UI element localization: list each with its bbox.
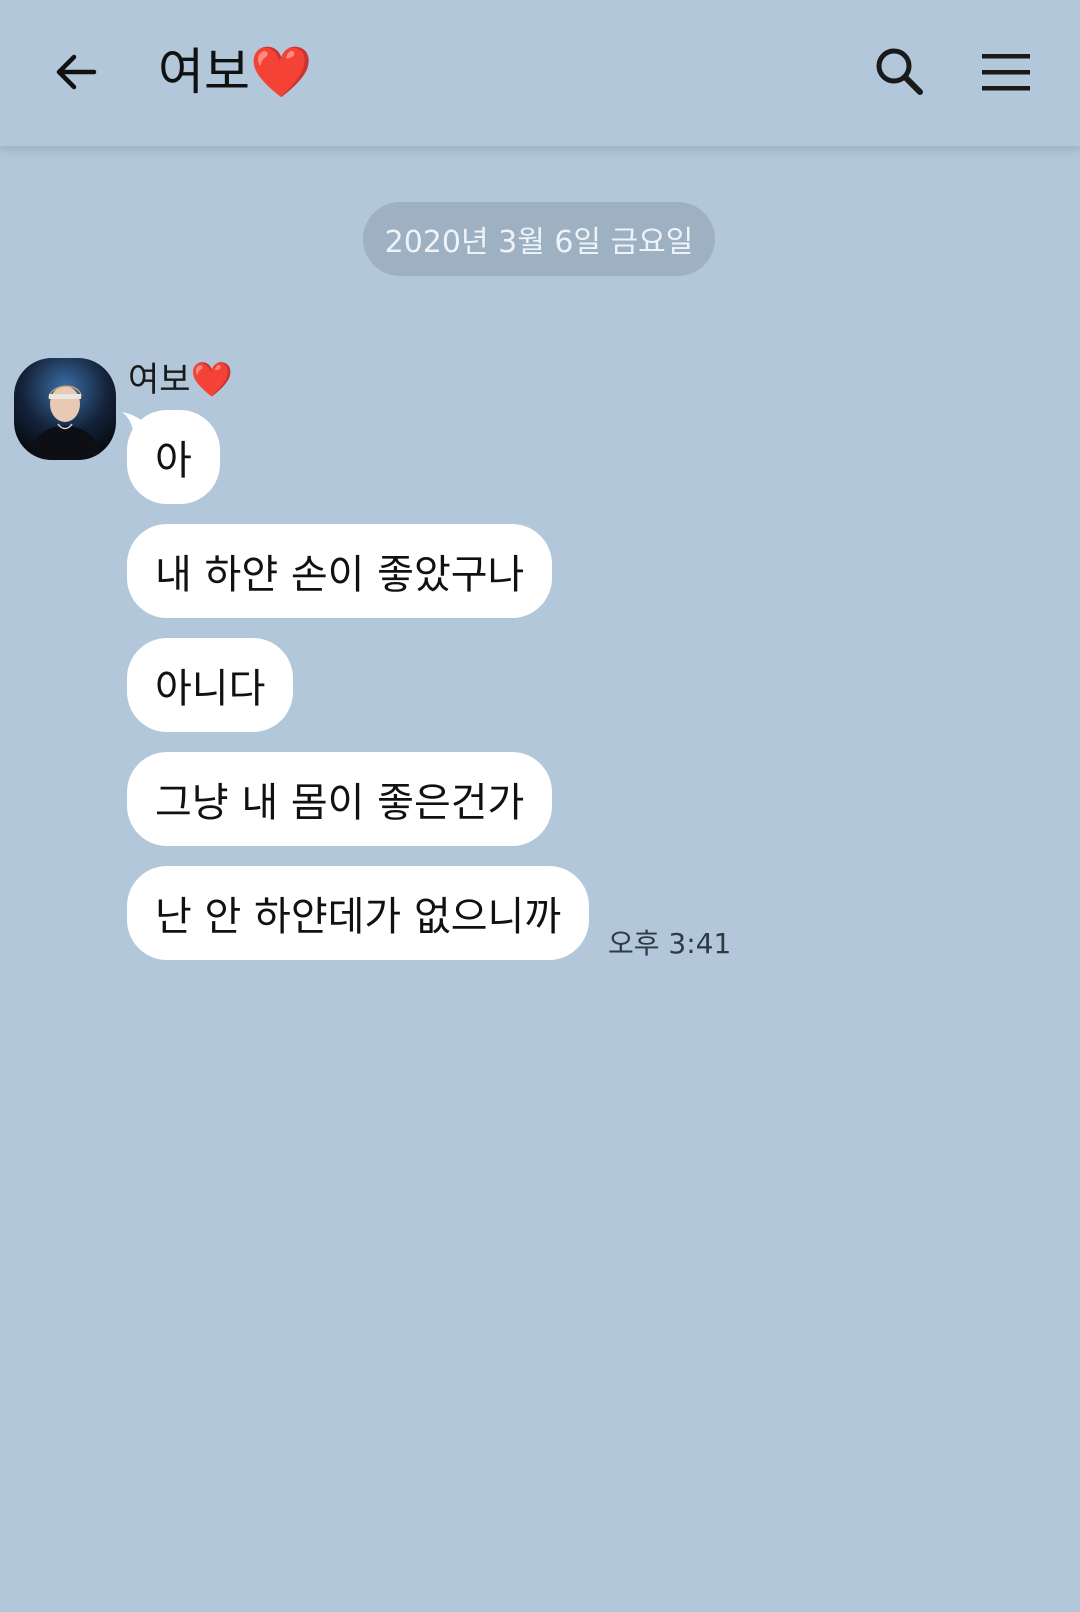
message-bubble[interactable]: 난 안 하얀데가 없으니까 (127, 866, 590, 960)
message-bubble[interactable]: 내 하얀 손이 좋았구나 (127, 524, 553, 618)
message-bubble[interactable]: 아 (127, 410, 220, 504)
profile-photo (14, 358, 116, 460)
message-bubble[interactable]: 그냥 내 몸이 좋은건가 (127, 752, 553, 846)
date-separator: 2020년 3월 6일 금요일 (363, 202, 715, 276)
hamburger-menu-icon (982, 54, 1030, 91)
profile-avatar[interactable] (14, 358, 116, 460)
search-button[interactable] (868, 40, 932, 104)
menu-button[interactable] (974, 40, 1038, 104)
app-bar: 여보❤️ (0, 0, 1080, 146)
chat-title: 여보❤️ (158, 43, 313, 101)
message-bubble[interactable]: 아니다 (127, 638, 294, 732)
sender-name: 여보❤️ (128, 360, 233, 400)
search-icon (876, 48, 923, 95)
back-button[interactable] (44, 40, 108, 104)
message-timestamp: 오후 3:41 (608, 927, 732, 960)
back-arrow-icon (56, 54, 97, 90)
